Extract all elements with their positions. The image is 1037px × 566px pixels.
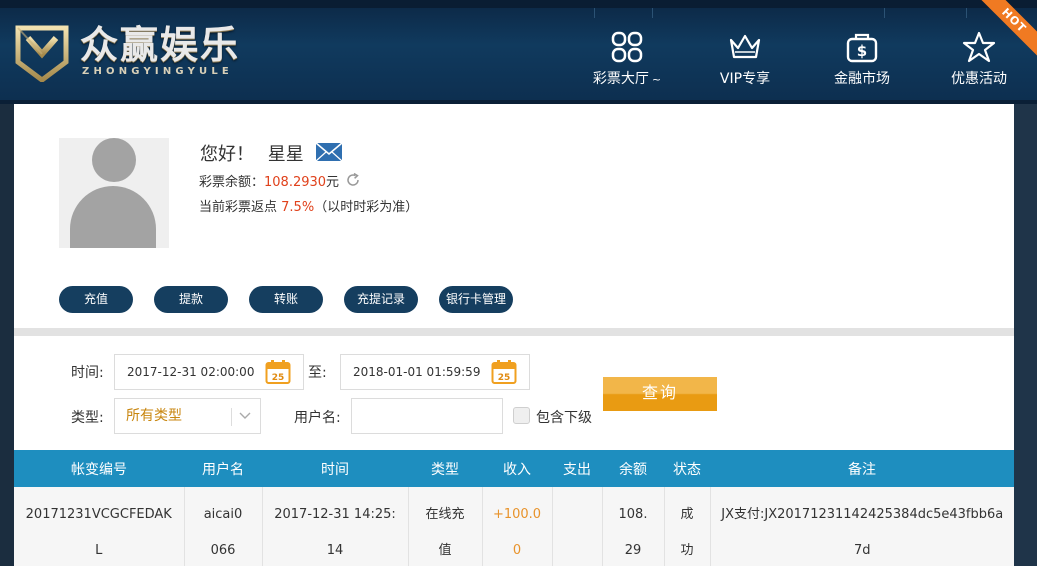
rebate-note: （以时时彩为准） — [314, 200, 419, 215]
hot-badge-text: HOT — [977, 0, 1037, 59]
nav-lottery-hall-label: 彩票大厅 ~ — [572, 70, 682, 89]
rebate-label: 当前彩票返点 — [199, 200, 278, 215]
end-time-field[interactable]: 2018-01-01 01:59:59 25 — [340, 354, 530, 390]
username-label: 用户名: — [294, 410, 341, 426]
type-label: 类型: — [71, 410, 104, 426]
cell-expense — [551, 487, 602, 566]
cell-time: 2017-12-31 14:25:14 — [261, 487, 408, 566]
top-header: 众赢娱乐 ZHONGYINGYULE 彩票大厅 ~ VIP专享 $ 金融市场 优… — [0, 0, 1037, 104]
nav-lottery-hall-text: 彩票大厅 — [592, 71, 649, 87]
cell-income: +100.00 — [481, 487, 552, 566]
table-header-row: 帐变编号 用户名 时间 类型 收入 支出 余额 状态 备注 — [14, 450, 1014, 487]
rebate-value: 7.5% — [281, 200, 315, 215]
type-select-value: 所有类型 — [126, 408, 182, 424]
avatar[interactable] — [59, 138, 169, 248]
time-label: 时间: — [71, 365, 104, 381]
svg-text:25: 25 — [272, 373, 285, 383]
cell-remark: JX支付:JX20171231142425384dc5e43fbb6a7d — [709, 487, 1014, 566]
mail-icon[interactable] — [315, 142, 343, 162]
brand-emblem-icon — [15, 25, 69, 82]
left-margin — [0, 104, 14, 566]
col-header-id[interactable]: 帐变编号 — [14, 450, 184, 487]
col-header-time[interactable]: 时间 — [262, 450, 408, 487]
chevron-down-icon — [239, 412, 251, 419]
transaction-records-button[interactable]: 充提记录 — [344, 286, 418, 313]
end-time-value: 2018-01-01 01:59:59 — [353, 365, 481, 379]
crown-icon — [729, 34, 761, 59]
nav-finance[interactable]: $ 金融市场 — [807, 8, 925, 100]
withdraw-button[interactable]: 提款 — [154, 286, 228, 313]
include-sub-label: 包含下级 — [536, 410, 592, 426]
balance-line: 彩票余额：108.2930元 — [199, 171, 361, 190]
username-input[interactable] — [351, 398, 503, 434]
nav-promotions-label: 优惠活动 — [951, 71, 1007, 87]
table-row[interactable]: 20171231VCGCFEDAKL aicai0066 2017-12-31 … — [14, 487, 1014, 566]
cell-user: aicai0066 — [183, 487, 262, 566]
chevron-down-icon: ~ — [651, 73, 662, 86]
nav-vip-label: VIP专享 — [719, 71, 771, 87]
balance-value: 108.2930 — [264, 175, 327, 190]
nav-lottery-hall[interactable]: 彩票大厅 ~ — [572, 8, 690, 100]
account-panel: 您好！ 星星 彩票余额：108.2930元 当前彩票返点 7.5%（以时时彩为准… — [14, 104, 1014, 566]
col-header-remark[interactable]: 备注 — [710, 450, 1014, 487]
username: 星星 — [267, 144, 304, 165]
cell-status: 成功 — [663, 487, 710, 566]
balance-label: 彩票余额： — [199, 175, 265, 190]
rebate-line: 当前彩票返点 7.5%（以时时彩为准） — [199, 196, 418, 215]
col-header-type[interactable]: 类型 — [408, 450, 482, 487]
svg-text:25: 25 — [498, 373, 511, 383]
col-header-income[interactable]: 收入 — [482, 450, 552, 487]
brand-name: 众赢娱乐 — [80, 23, 241, 67]
type-select[interactable]: 所有类型 — [114, 398, 261, 434]
calendar-icon[interactable]: 25 — [491, 359, 517, 385]
col-header-status[interactable]: 状态 — [664, 450, 710, 487]
transfer-button[interactable]: 转账 — [249, 286, 323, 313]
header-top-strip — [0, 0, 1037, 8]
start-time-value: 2017-12-31 02:00:00 — [127, 365, 255, 379]
nav-finance-label: 金融市场 — [834, 71, 890, 87]
refresh-icon[interactable] — [345, 172, 361, 188]
transaction-table: 帐变编号 用户名 时间 类型 收入 支出 余额 状态 备注 20171231VC… — [14, 450, 1014, 566]
nav-vip[interactable]: VIP专享 — [690, 8, 808, 100]
bank-card-button[interactable]: 银行卡管理 — [439, 286, 513, 313]
to-label: 至: — [308, 365, 327, 381]
brand-subtitle: ZHONGYINGYULE — [82, 66, 233, 77]
balance-unit: 元 — [326, 175, 340, 190]
col-header-user[interactable]: 用户名 — [184, 450, 262, 487]
avatar-head — [92, 138, 136, 182]
col-header-balance[interactable]: 余额 — [602, 450, 664, 487]
cell-id: 20171231VCGCFEDAKL — [14, 487, 184, 566]
hot-badge: HOT — [977, 0, 1037, 60]
svg-text:$: $ — [857, 42, 867, 60]
cell-type: 在线充值 — [407, 487, 482, 566]
section-divider — [14, 328, 1014, 336]
include-sub-checkbox[interactable] — [513, 407, 530, 424]
query-button[interactable]: 查询 — [603, 377, 717, 411]
cell-balance: 108.29 — [601, 487, 664, 566]
col-header-expense[interactable]: 支出 — [552, 450, 602, 487]
grid-icon — [611, 31, 643, 63]
deposit-button[interactable]: 充值 — [59, 286, 133, 313]
calendar-icon[interactable]: 25 — [265, 359, 291, 385]
greeting-text: 您好！ — [200, 144, 254, 165]
dollar-bag-icon: $ — [846, 33, 878, 63]
avatar-body — [70, 186, 156, 248]
select-separator — [231, 408, 232, 426]
right-margin — [1014, 104, 1037, 566]
start-time-field[interactable]: 2017-12-31 02:00:00 25 — [114, 354, 304, 390]
greeting: 您好！ 星星 — [200, 140, 343, 166]
